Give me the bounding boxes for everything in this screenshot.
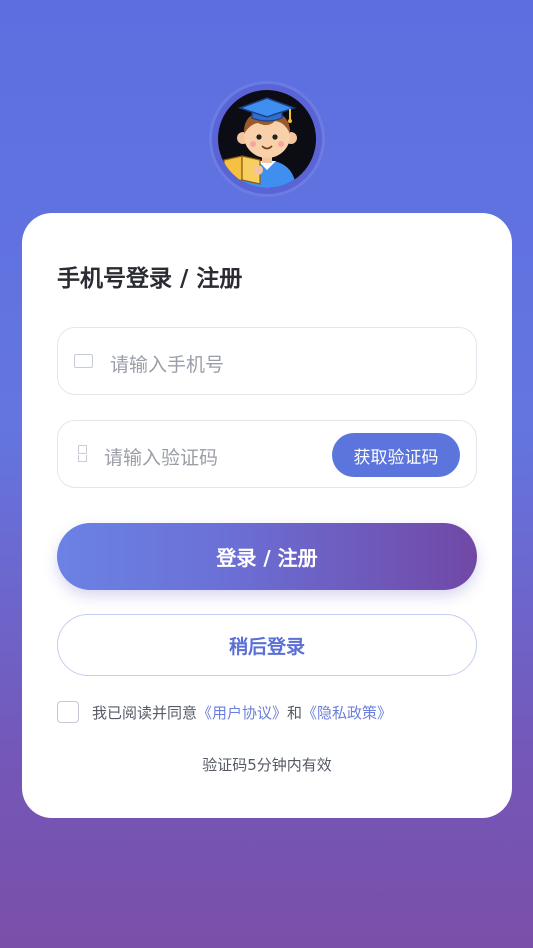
agreement-prefix: 我已阅读并同意 [92,703,198,722]
verification-code-field[interactable]: 请输入验证码 获取验证码 [57,420,477,488]
agreement-text: 我已阅读并同意《用户协议》和《隐私政策》 [92,702,392,723]
get-code-button[interactable]: 获取验证码 [332,433,460,477]
avatar [212,84,322,194]
student-reading-avatar-icon [218,90,316,188]
login-register-button[interactable]: 登录 / 注册 [57,523,477,590]
user-agreement-link[interactable]: 《用户协议》 [197,704,287,722]
login-later-button[interactable]: 稍后登录 [57,614,477,676]
phone-input-placeholder[interactable]: 请输入手机号 [110,350,224,377]
phone-field[interactable]: 请输入手机号 [57,327,477,395]
privacy-policy-link[interactable]: 《隐私政策》 [302,704,392,722]
phone-icon [74,354,93,368]
code-input-placeholder[interactable]: 请输入验证码 [104,443,218,470]
code-validity-note: 验证码5分钟内有效 [202,756,332,774]
lock-icon [78,445,87,463]
login-card: 手机号登录 / 注册 请输入手机号 请输入验证码 获取验证码 登录 / 注册 稍… [22,213,512,818]
agreement-and: 和 [287,703,303,722]
page-title: 手机号登录 / 注册 [57,266,243,292]
agreement-row: 我已阅读并同意《用户协议》和《隐私政策》 [57,700,392,724]
agreement-checkbox[interactable] [57,701,79,723]
